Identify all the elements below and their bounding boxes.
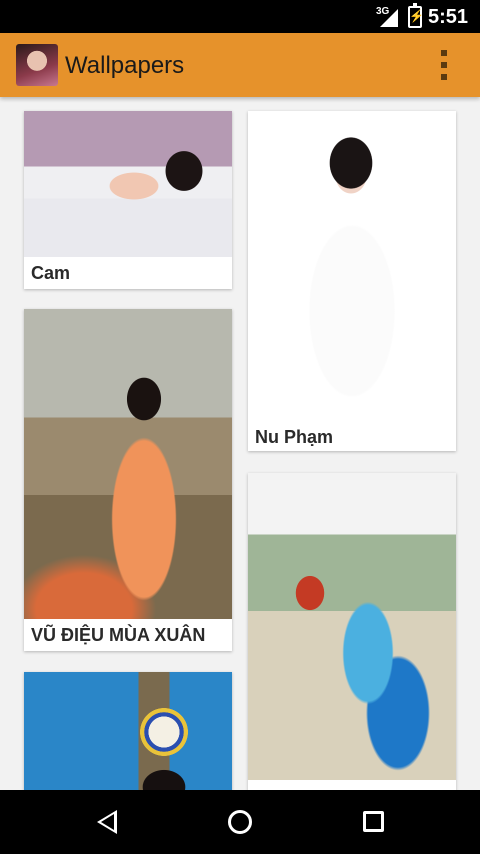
app-avatar-icon[interactable] <box>16 44 58 86</box>
back-icon[interactable] <box>97 810 117 834</box>
app-title: Wallpapers <box>65 52 185 79</box>
wallpaper-grid: Cam VŨ ĐIỆU MÙA XUÂN Nu Phạm <box>0 97 480 790</box>
battery-charging-icon <box>408 3 424 28</box>
wallpaper-thumbnail <box>248 111 456 419</box>
wallpaper-card-dancer[interactable] <box>248 473 456 790</box>
signal-icon <box>380 9 398 27</box>
wallpaper-label: Cam <box>31 263 71 283</box>
wallpaper-thumbnail <box>24 309 232 619</box>
wallpaper-card-cam[interactable]: Cam <box>24 111 232 289</box>
clock: 5:51 <box>427 6 468 28</box>
wallpaper-label: VŨ ĐIỆU MÙA XUÂN <box>31 625 206 645</box>
recent-apps-icon[interactable] <box>363 811 384 832</box>
wallpaper-label: Nu Phạm <box>255 427 334 447</box>
wallpaper-card-volleyball[interactable] <box>24 672 232 790</box>
wallpaper-thumbnail <box>24 672 232 790</box>
wallpaper-thumbnail <box>248 473 456 780</box>
home-icon[interactable] <box>228 810 252 834</box>
app-bar: Wallpapers <box>0 33 480 97</box>
wallpaper-card-vu-dieu[interactable]: VŨ ĐIỆU MÙA XUÂN <box>24 309 232 651</box>
navigation-bar <box>0 790 480 854</box>
overflow-menu-icon[interactable] <box>434 48 454 82</box>
status-bar: 3G 5:51 <box>0 0 480 33</box>
wallpaper-card-nu-pham[interactable]: Nu Phạm <box>248 111 456 451</box>
wallpaper-thumbnail <box>24 111 232 257</box>
